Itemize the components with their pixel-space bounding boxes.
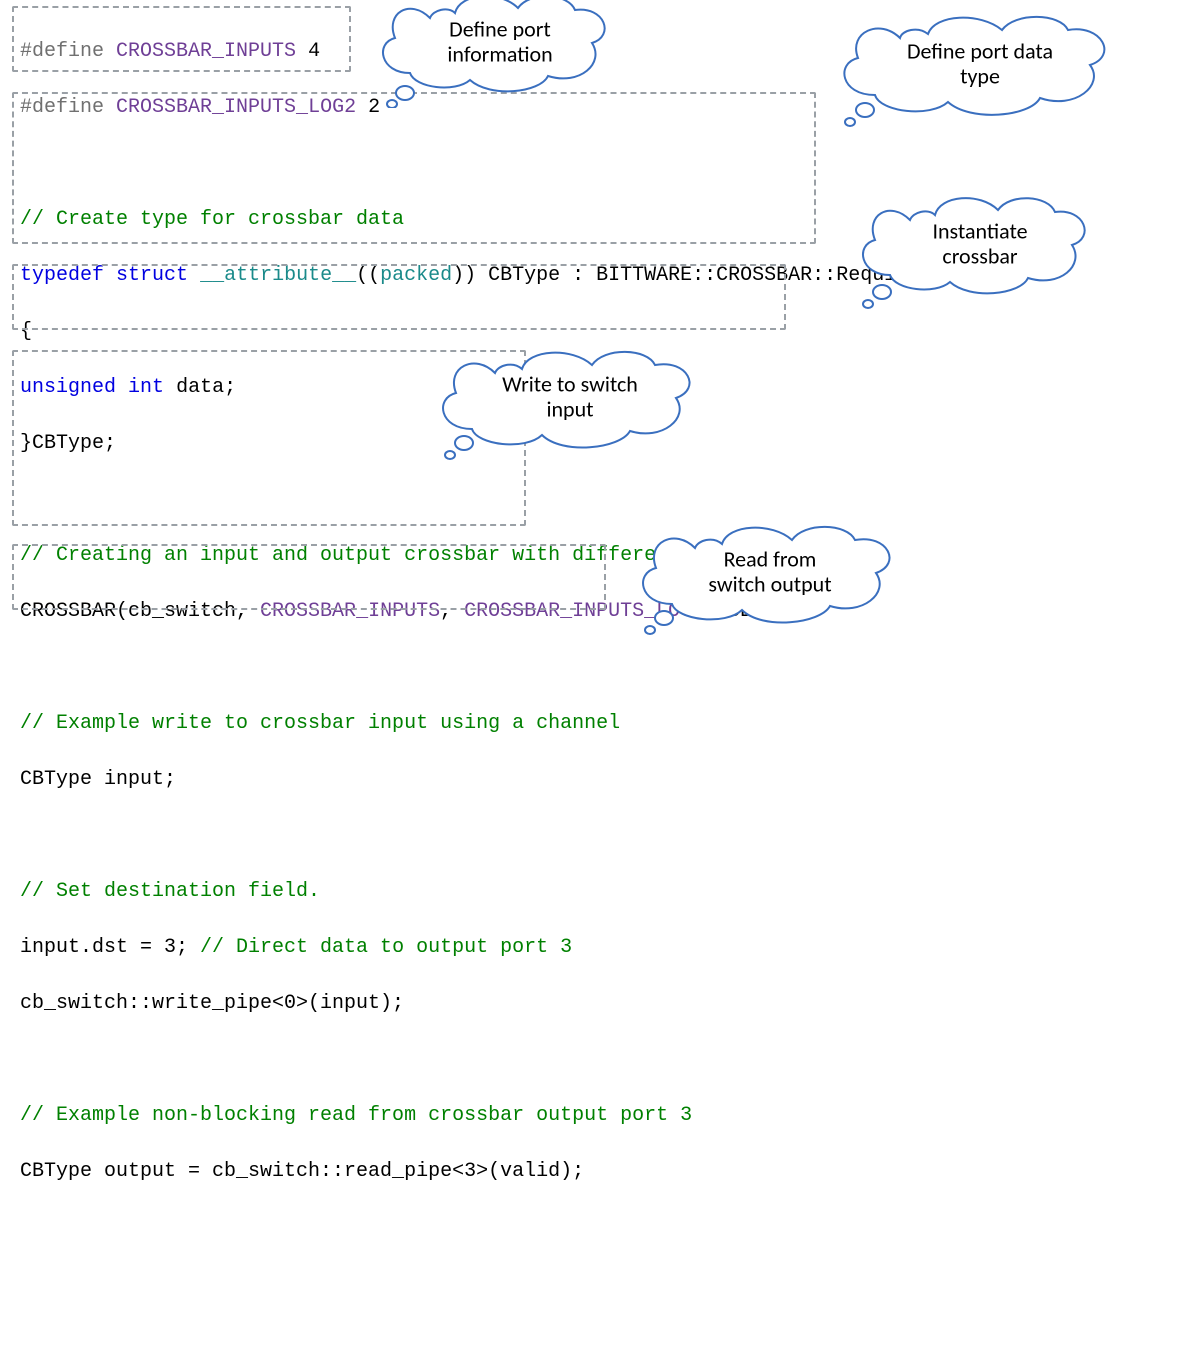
code-line: // Example write to crossbar input using… bbox=[20, 710, 1180, 738]
token-plain: , CBType) bbox=[704, 600, 812, 623]
token-define: #define bbox=[20, 40, 104, 63]
code-line: // Create type for crossbar data bbox=[20, 206, 1180, 234]
code-line: // Example non-blocking read from crossb… bbox=[20, 1102, 1180, 1130]
code-listing: #define CROSSBAR_INPUTS 4 #define CROSSB… bbox=[20, 10, 1180, 1354]
code-line-blank bbox=[20, 654, 1180, 682]
token-plain: )) CBType : BITTWARE::CROSSBAR::Required bbox=[452, 264, 932, 287]
token-plain: }CBType; bbox=[20, 432, 116, 455]
token-plain: (( bbox=[356, 264, 380, 287]
token-keyword: int bbox=[128, 376, 164, 399]
token-plain: , bbox=[440, 600, 464, 623]
code-line-blank bbox=[20, 150, 1180, 178]
code-line: { bbox=[20, 318, 1180, 346]
token-comment: // Creating an input and output crossbar… bbox=[20, 544, 812, 567]
token-brace: { bbox=[20, 320, 32, 343]
token-comment: // Example non-blocking read from crossb… bbox=[20, 1104, 692, 1127]
token-keyword: typedef bbox=[20, 264, 104, 287]
token-keyword: struct bbox=[116, 264, 188, 287]
code-line: cb_switch::write_pipe<0>(input); bbox=[20, 990, 1180, 1018]
token-plain: CBType output = cb_switch::read_pipe<3>(… bbox=[20, 1160, 584, 1183]
code-line: #define CROSSBAR_INPUTS_LOG2 2 bbox=[20, 94, 1180, 122]
token-comment: // Direct data to output port 3 bbox=[200, 936, 572, 959]
code-line: #define CROSSBAR_INPUTS 4 bbox=[20, 38, 1180, 66]
token-macro-name: CROSSBAR_INPUTS_LOG2 bbox=[116, 96, 356, 119]
token-comment: // Create type for crossbar data bbox=[20, 208, 404, 231]
token-macro-name: CROSSBAR_INPUTS bbox=[116, 40, 296, 63]
code-line: // Set destination field. bbox=[20, 878, 1180, 906]
token-number: 2 bbox=[368, 96, 380, 119]
token-macro-name: CROSSBAR_INPUTS bbox=[260, 600, 440, 623]
token-comment: // Set destination field. bbox=[20, 880, 320, 903]
code-line: }CBType; bbox=[20, 430, 1180, 458]
code-line-blank bbox=[20, 486, 1180, 514]
token-define: #define bbox=[20, 96, 104, 119]
token-plain: cb_switch::write_pipe<0>(input); bbox=[20, 992, 404, 1015]
code-line: CBType output = cb_switch::read_pipe<3>(… bbox=[20, 1158, 1180, 1186]
code-line: input.dst = 3; // Direct data to output … bbox=[20, 934, 1180, 962]
token-attribute: __attribute__ bbox=[200, 264, 356, 287]
code-line: typedef struct __attribute__((packed)) C… bbox=[20, 262, 1180, 290]
code-line: CROSSBAR(cb_switch, CROSSBAR_INPUTS, CRO… bbox=[20, 598, 1180, 626]
code-line: // Creating an input and output crossbar… bbox=[20, 542, 1180, 570]
token-comment: // Example write to crossbar input using… bbox=[20, 712, 620, 735]
token-plain: input.dst = 3; bbox=[20, 936, 200, 959]
token-keyword: unsigned bbox=[20, 376, 116, 399]
token-number: 4 bbox=[308, 40, 320, 63]
token-plain: CROSSBAR(cb_switch, bbox=[20, 600, 260, 623]
token-macro-name: CROSSBAR_INPUTS_LOG2 bbox=[464, 600, 704, 623]
token-packed: packed bbox=[380, 264, 452, 287]
code-line: unsigned int data; bbox=[20, 374, 1180, 402]
token-ident: data; bbox=[176, 376, 236, 399]
token-plain: CBType input; bbox=[20, 768, 176, 791]
code-line-blank bbox=[20, 822, 1180, 850]
code-line: CBType input; bbox=[20, 766, 1180, 794]
code-line-blank bbox=[20, 1046, 1180, 1074]
